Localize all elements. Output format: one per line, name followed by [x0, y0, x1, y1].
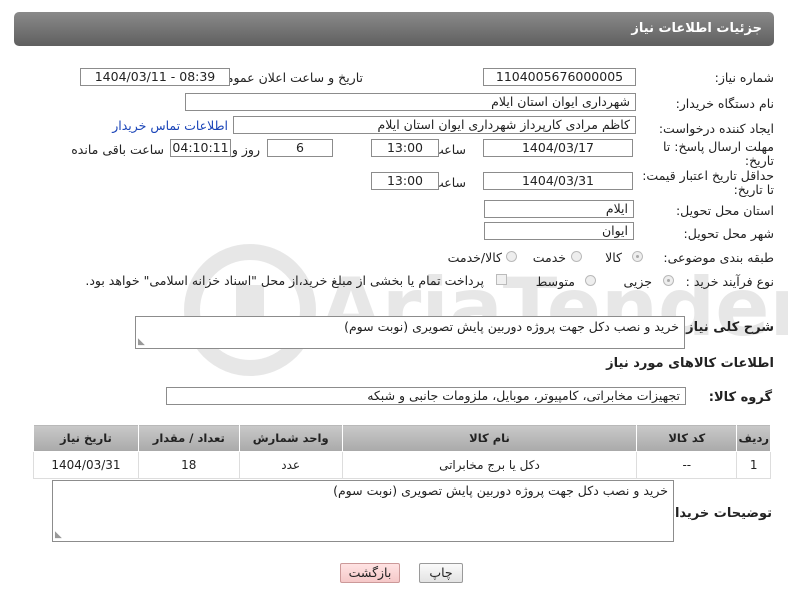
city-label: شهر محل تحویل:	[683, 226, 774, 241]
process-minor-radio[interactable]	[663, 275, 674, 286]
cell-unit: عدد	[238, 451, 343, 479]
process-medium-radio[interactable]	[585, 275, 596, 286]
description-label: شرح کلی نیاز:	[680, 320, 774, 335]
back-button[interactable]: بازگشت	[340, 563, 400, 583]
col-qty: تعداد / مقدار	[137, 424, 240, 452]
category-goods-label: کالا	[605, 250, 622, 265]
buyer-org-field: شهرداری ایوان استان ایلام	[185, 93, 636, 111]
goods-section-title: اطلاعات کالاهای مورد نیاز	[606, 356, 774, 371]
deadline-label-2: تاریخ:	[744, 153, 774, 168]
creator-field: کاظم مرادی کارپرداز شهرداری ایوان استان …	[233, 116, 636, 134]
time-remaining-label: ساعت باقی مانده	[71, 142, 164, 157]
buyer-contact-link[interactable]: اطلاعات تماس خریدار	[112, 118, 228, 133]
deadline-time-field: 13:00	[371, 139, 439, 157]
process-label: نوع فرآیند خرید :	[685, 274, 774, 289]
need-number-label: شماره نیاز:	[714, 70, 774, 85]
treasury-payment-note: پرداخت تمام یا بخشی از مبلغ خرید،از محل …	[85, 273, 484, 288]
header-bar: جزئیات اطلاعات نیاز	[14, 12, 774, 46]
table-row: 1 -- دکل یا برج مخابراتی عدد 18 1404/03/…	[33, 451, 771, 479]
category-goods-radio[interactable]	[632, 251, 643, 262]
col-name: نام کالا	[341, 424, 638, 452]
cell-code: --	[636, 451, 738, 479]
price-validity-label: حداقل تاریخ اعتبار قیمت:	[642, 168, 774, 183]
description-textarea[interactable]: خرید و نصب دکل جهت پروژه دوربین پایش تصو…	[135, 316, 685, 349]
buyer-org-label: نام دستگاه خریدار:	[675, 96, 774, 111]
page-title: جزئیات اطلاعات نیاز	[631, 21, 762, 36]
category-service-label: خدمت	[532, 250, 566, 265]
cell-qty: 18	[137, 451, 240, 479]
buyer-notes-text: خرید و نصب دکل جهت پروژه دوربین پایش تصو…	[333, 483, 668, 498]
category-service-radio[interactable]	[571, 251, 582, 262]
deadline-label: مهلت ارسال پاسخ: تا	[663, 139, 774, 154]
cell-date: 1404/03/31	[33, 451, 139, 479]
col-unit: واحد شمارش	[238, 424, 343, 452]
price-date-field: 1404/03/31	[483, 172, 633, 190]
province-field: ایلام	[484, 200, 634, 218]
process-minor-label: جزیی	[623, 274, 652, 289]
cell-row: 1	[736, 451, 771, 479]
goods-group-field: تجهیزات مخابراتی، کامپیوتر، موبایل، ملزو…	[166, 387, 686, 405]
print-button[interactable]: چاپ	[419, 563, 463, 583]
resize-grip-icon[interactable]: ◢	[138, 337, 145, 347]
need-number-field: 1104005676000005	[483, 68, 636, 86]
resize-grip-icon[interactable]: ◢	[55, 530, 62, 540]
creator-label: ایجاد کننده درخواست:	[658, 121, 774, 136]
description-text: خرید و نصب دکل جهت پروژه دوربین پایش تصو…	[344, 319, 679, 334]
days-remaining-field: 6	[267, 139, 333, 157]
announce-label: تاریخ و ساعت اعلان عمومی:	[212, 70, 363, 85]
goods-table-header: ردیف کد کالا نام کالا واحد شمارش تعداد /…	[33, 424, 771, 452]
city-field: ایوان	[484, 222, 634, 240]
announce-field: 1404/03/11 - 08:39	[80, 68, 230, 86]
time-remaining-field: 04:10:11	[170, 139, 231, 157]
price-time-field: 13:00	[371, 172, 439, 190]
province-label: استان محل تحویل:	[675, 203, 774, 218]
deadline-date-field: 1404/03/17	[483, 139, 633, 157]
days-label: روز و	[231, 142, 260, 157]
buyer-notes-label: توضیحات خریدار:	[662, 506, 772, 521]
cell-name: دکل یا برج مخابراتی	[341, 451, 638, 479]
process-medium-label: متوسط	[535, 274, 575, 289]
col-row: ردیف	[736, 424, 771, 452]
buyer-notes-textarea[interactable]: خرید و نصب دکل جهت پروژه دوربین پایش تصو…	[52, 480, 674, 542]
category-both-radio[interactable]	[506, 251, 517, 262]
price-validity-label-2: تا تاریخ:	[733, 182, 774, 197]
goods-group-label: گروه کالا:	[708, 390, 772, 405]
category-both-label: کالا/خدمت	[447, 250, 502, 265]
col-code: کد کالا	[636, 424, 738, 452]
treasury-payment-checkbox[interactable]	[496, 274, 507, 285]
col-date: تاریخ نیاز	[33, 424, 139, 452]
goods-table: ردیف کد کالا نام کالا واحد شمارش تعداد /…	[33, 424, 771, 479]
category-label: طبقه بندی موضوعی:	[663, 250, 774, 265]
